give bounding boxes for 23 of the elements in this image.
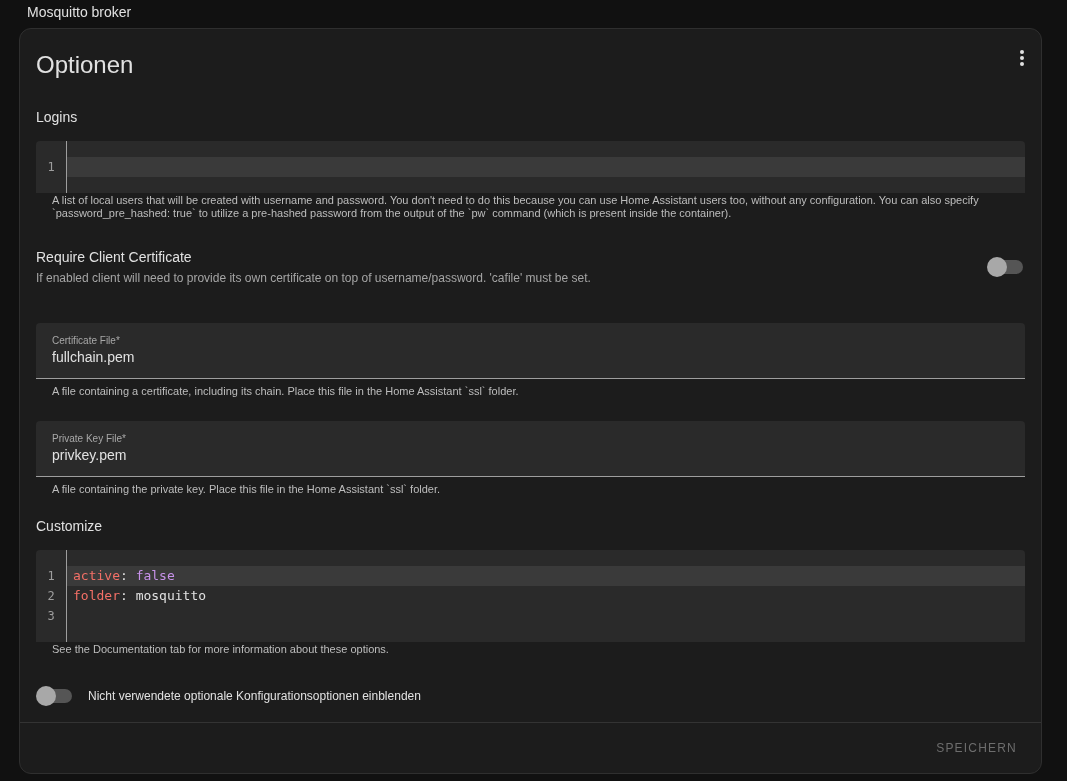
helper-text: A file containing the private key. Place this file in the Home Assistant `ssl` folder. [51, 482, 442, 496]
section-label: Logins [36, 109, 79, 127]
code-editor[interactable]: 1 [36, 141, 1025, 193]
line-number: 2 [46, 588, 56, 605]
toggle-switch[interactable] [987, 257, 1023, 277]
text-field[interactable]: Certificate File* fullchain.pem [36, 323, 1025, 379]
section-label: Customize [36, 518, 104, 536]
line-number: 1 [46, 159, 56, 176]
line-number: 1 [46, 568, 56, 585]
more-menu-icon[interactable] [1019, 49, 1025, 67]
text-field[interactable]: Private Key File* privkey.pem [36, 421, 1025, 477]
card-title: Optionen [36, 50, 134, 80]
helper-text: A file containing a certificate, including its chain. Place this file in the Home Assistant `ssl` folder. [51, 384, 520, 398]
toggle-switch[interactable] [36, 686, 72, 706]
helper-text: A list of local users that will be created with username and password. You don't need to do this because you can use Home Assistant users too, without any configuration. You can also specify `password_pre_hashed: true` to utilize a pre-hashed password from the output of the `pw` command (which is present inside the container). [51, 193, 980, 220]
option-label: Require Client Certificate [36, 249, 193, 265]
line-number: 3 [46, 608, 56, 625]
option-label: Nicht verwendete optionale Konfigurationsoptionen einblenden [88, 689, 421, 703]
code-line: folder: mosquitto [72, 587, 208, 605]
helper-text: See the Documentation tab for more information about these options. [51, 642, 390, 656]
code-editor[interactable]: 1 2 3 active: false folder: mosquitto [36, 550, 1025, 642]
option-description: If enabled client will need to provide its own certificate on top of username/password. 'cafile' must be set. [36, 271, 591, 285]
page-title: Mosquitto broker [26, 3, 133, 22]
